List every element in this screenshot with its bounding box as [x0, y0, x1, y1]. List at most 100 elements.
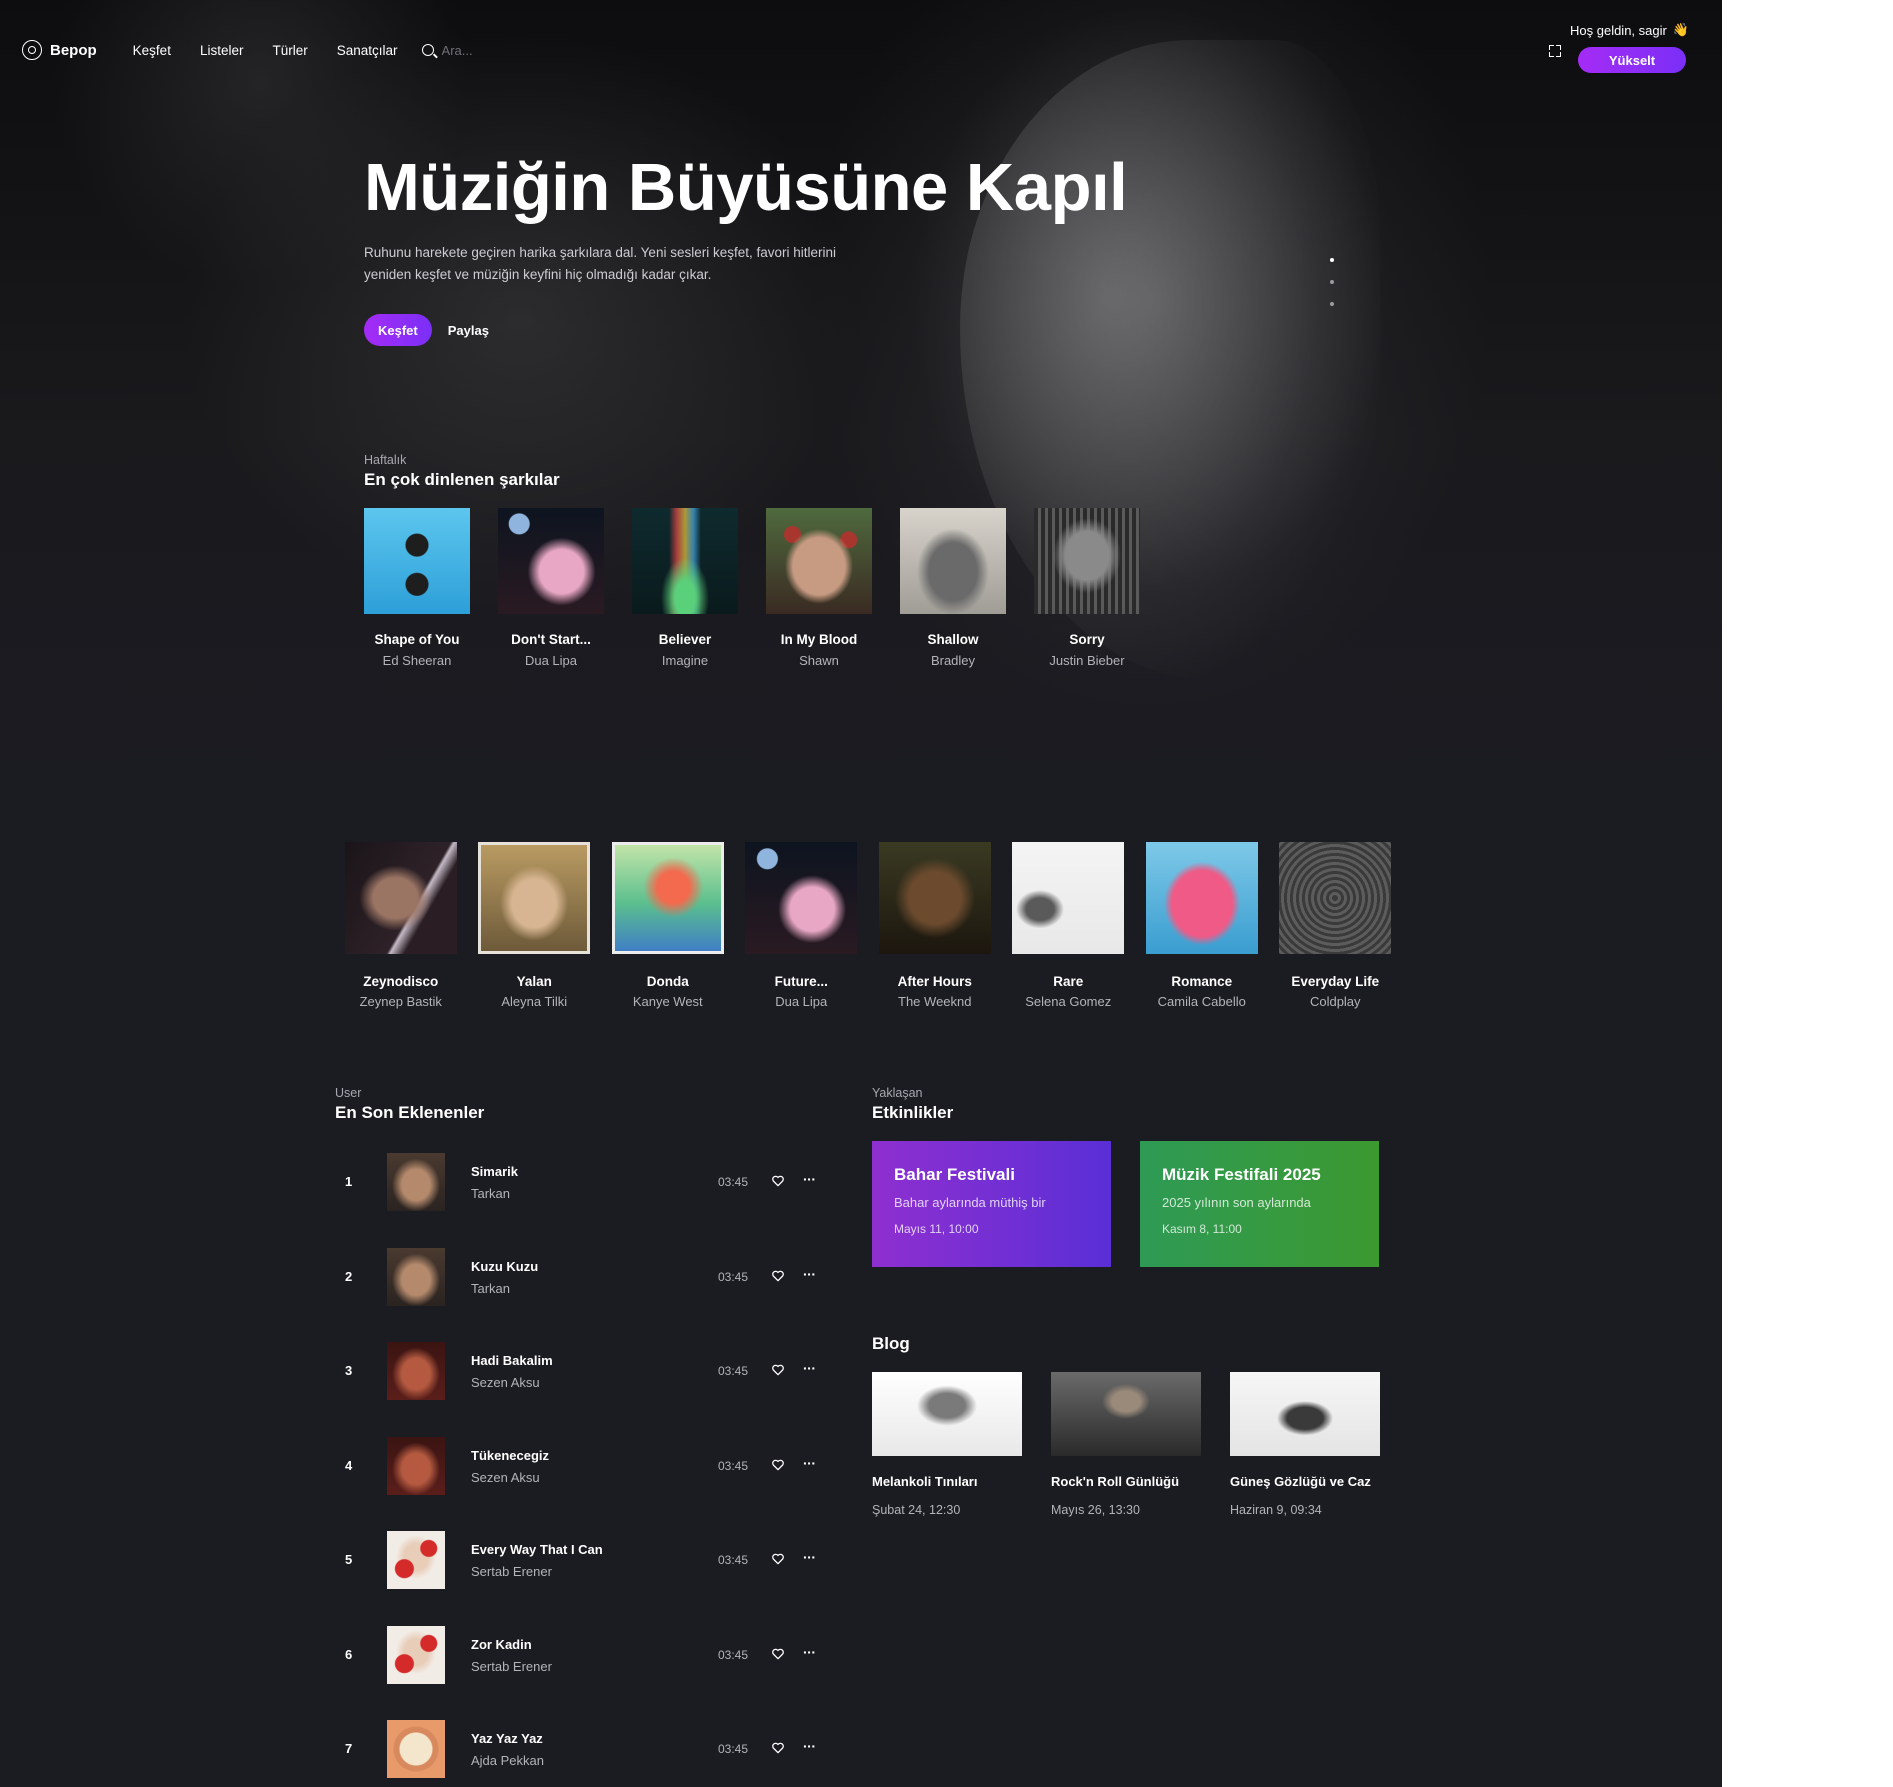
blog-post[interactable]: Güneş Gözlüğü ve Caz Haziran 9, 09:34	[1230, 1372, 1380, 1517]
track-row[interactable]: 4 Tükenecegiz Sezen Aksu 03:45 ···	[335, 1413, 835, 1508]
blog-title: Rock'n Roll Günlüğü	[1051, 1474, 1180, 1489]
album-card[interactable]: Rare Selena Gomez	[1002, 842, 1136, 1009]
album-card[interactable]: After Hours The Weeknd	[868, 842, 1002, 1009]
heart-icon[interactable]	[771, 1363, 785, 1377]
event-card[interactable]: Bahar Festivali Bahar aylarında müthiş b…	[872, 1141, 1111, 1267]
album-artist: Coldplay	[1309, 994, 1361, 1009]
album-cover	[1145, 842, 1258, 954]
album-cover	[611, 842, 724, 954]
blog-date: Mayıs 26, 13:30	[1051, 1503, 1140, 1517]
album-card[interactable]: Everyday Life Coldplay	[1269, 842, 1403, 1009]
track-duration: 03:45	[718, 1269, 749, 1284]
carousel-dot[interactable]	[1330, 280, 1334, 284]
album-artist: Aleyna Tilki	[501, 994, 568, 1009]
hero-actions: Keşfet Paylaş	[364, 314, 489, 346]
section-subtitle: Haftalık	[364, 453, 407, 467]
track-row[interactable]: 2 Kuzu Kuzu Tarkan 03:45 ···	[335, 1224, 835, 1319]
upgrade-button[interactable]: Yükselt	[1578, 47, 1686, 73]
more-options-icon[interactable]: ···	[803, 1171, 816, 1187]
heart-icon[interactable]	[771, 1458, 785, 1472]
event-date: Mayıs 11, 10:00	[894, 1222, 979, 1236]
more-options-icon[interactable]: ···	[803, 1455, 816, 1471]
song-name: Sorry	[1069, 632, 1105, 647]
song-card[interactable]: Don't Start... Dua Lipa	[484, 508, 618, 668]
event-title: Müzik Festifali 2025	[1162, 1165, 1321, 1184]
album-name: Yalan	[516, 974, 552, 989]
song-card[interactable]: Shallow Bradley	[886, 508, 1020, 668]
blog-post[interactable]: Melankoli Tınıları Şubat 24, 12:30	[872, 1372, 1022, 1517]
album-card[interactable]: Romance Camila Cabello	[1135, 842, 1269, 1009]
track-cover	[387, 1531, 445, 1589]
heart-icon[interactable]	[771, 1269, 785, 1283]
heart-icon[interactable]	[771, 1647, 785, 1661]
album-card[interactable]: Donda Kanye West	[601, 842, 735, 1009]
song-card[interactable]: Believer Imagine	[618, 508, 752, 668]
carousel-dot[interactable]	[1330, 302, 1334, 306]
heart-icon[interactable]	[771, 1741, 785, 1755]
song-card[interactable]: Sorry Justin Bieber	[1020, 508, 1154, 668]
heart-icon[interactable]	[771, 1174, 785, 1188]
album-name: After Hours	[897, 974, 972, 989]
album-card[interactable]: Zeynodisco Zeynep Bastik	[334, 842, 468, 1009]
track-cover	[387, 1625, 445, 1684]
more-options-icon[interactable]: ···	[803, 1738, 816, 1754]
fullscreen-icon[interactable]	[1549, 45, 1561, 57]
album-name: Future...	[774, 974, 828, 989]
more-options-icon[interactable]: ···	[803, 1266, 816, 1282]
track-cover	[387, 1436, 445, 1495]
more-options-icon[interactable]: ···	[803, 1644, 816, 1660]
share-button[interactable]: Paylaş	[448, 323, 489, 338]
search-icon[interactable]	[421, 44, 434, 56]
song-artist: Bradley	[930, 653, 976, 668]
album-cover	[766, 508, 872, 614]
track-row[interactable]: 1 Simarik Tarkan 03:45 ···	[335, 1129, 835, 1224]
blog-post[interactable]: Rock'n Roll Günlüğü Mayıs 26, 13:30	[1051, 1372, 1201, 1517]
track-name: Zor Kadin	[471, 1636, 532, 1652]
album-card[interactable]: Yalan Aleyna Tilki	[468, 842, 602, 1009]
nav-item-listeler[interactable]: Listeler	[200, 43, 244, 58]
album-cover	[1279, 842, 1392, 954]
wave-icon: 👋	[1672, 22, 1690, 37]
track-name: Tükenecegiz	[471, 1447, 550, 1463]
album-artist: Dua Lipa	[775, 994, 828, 1009]
song-card[interactable]: In My Blood Shawn	[752, 508, 886, 668]
track-number: 5	[345, 1552, 353, 1567]
event-card[interactable]: Müzik Festifali 2025 2025 yılının son ay…	[1140, 1141, 1379, 1267]
heart-icon[interactable]	[771, 1552, 785, 1566]
more-options-icon[interactable]: ···	[803, 1549, 816, 1565]
track-duration: 03:45	[718, 1458, 749, 1473]
nav-item-turler[interactable]: Türler	[272, 43, 307, 58]
track-row[interactable]: 7 Yaz Yaz Yaz Ajda Pekkan 03:45 ···	[335, 1696, 835, 1787]
track-artist: Sezen Aksu	[471, 1375, 540, 1390]
track-number: 4	[345, 1457, 353, 1473]
track-row[interactable]: 3 Hadi Bakalim Sezen Aksu 03:45 ···	[335, 1318, 835, 1413]
track-name: Yaz Yaz Yaz	[471, 1731, 543, 1746]
song-card[interactable]: Shape of You Ed Sheeran	[350, 508, 484, 668]
recently-added: User En Son Eklenenler 1 Simarik Tarkan …	[335, 1086, 835, 1787]
explore-button[interactable]: Keşfet	[364, 314, 432, 346]
section-title: Blog	[872, 1334, 910, 1353]
song-name: In My Blood	[780, 632, 858, 647]
search-input[interactable]	[441, 42, 562, 58]
event-date: Kasım 8, 11:00	[1162, 1222, 1242, 1236]
blog-image	[1230, 1372, 1380, 1456]
song-name: Shape of You	[374, 632, 460, 647]
track-row[interactable]: 5 Every Way That I Can Sertab Erener 03:…	[335, 1507, 835, 1602]
song-artist: Imagine	[661, 653, 709, 668]
album-artist: The Weeknd	[898, 994, 972, 1009]
event-description: Bahar aylarında müthiş bir	[894, 1195, 1046, 1210]
blog-image	[872, 1372, 1022, 1456]
more-options-icon[interactable]: ···	[803, 1360, 816, 1376]
blog-section: Blog Melankoli Tınıları Şubat 24, 12:30 …	[872, 1334, 1380, 1517]
album-card[interactable]: Future... Dua Lipa	[735, 842, 869, 1009]
nav-item-kesfet[interactable]: Keşfet	[133, 43, 171, 58]
song-name: Shallow	[927, 632, 979, 647]
blog-title: Melankoli Tınıları	[872, 1474, 978, 1489]
carousel-dot[interactable]	[1330, 258, 1334, 262]
blog-title: Güneş Gözlüğü ve Caz	[1230, 1474, 1371, 1489]
hero-title: Müziğin Büyüsüne Kapıl	[364, 150, 1128, 225]
track-duration: 03:45	[718, 1175, 749, 1189]
nav-item-sanatcilar[interactable]: Sanatçılar	[337, 43, 398, 58]
brand-logo[interactable]: Bepop	[22, 40, 97, 60]
track-row[interactable]: 6 Zor Kadin Sertab Erener 03:45 ···	[335, 1602, 835, 1697]
